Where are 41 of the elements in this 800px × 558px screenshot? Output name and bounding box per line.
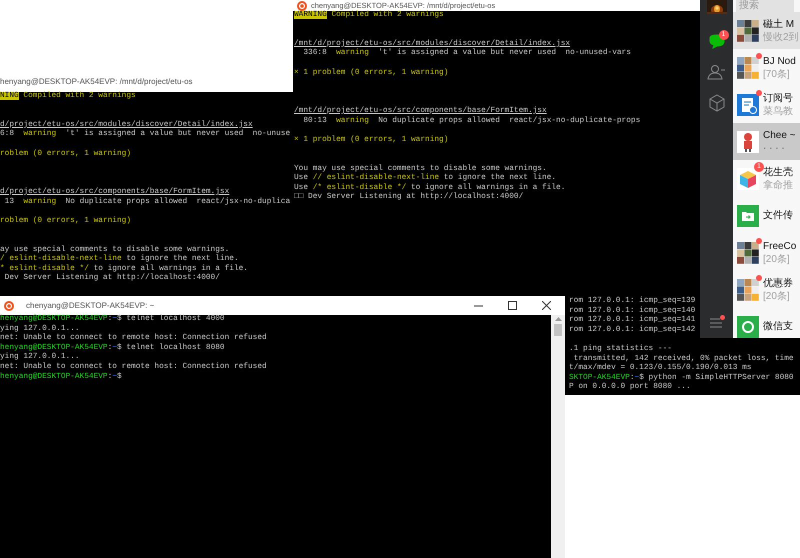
chat-list-item[interactable]: 微信支 — [733, 308, 800, 338]
document-icon — [737, 94, 759, 116]
chat-list-item[interactable]: 优惠券 [20条] — [733, 271, 800, 308]
chat-name: 微信支 — [763, 320, 793, 333]
cube-logo-icon — [737, 168, 759, 190]
chat-list-item[interactable]: 文件传 — [733, 197, 800, 234]
message-preview: · · · · — [763, 142, 786, 154]
message-preview: 菜鸟教 — [763, 104, 793, 118]
message-preview: 拿命推 — [763, 178, 793, 192]
scroll-thumb[interactable] — [554, 324, 562, 336]
scroll-up-icon — [554, 317, 562, 321]
notification-dot — [720, 315, 724, 320]
window-title: chenyang@DESKTOP-AK54EVP: ~ — [26, 300, 156, 312]
chat-name: FreeCo — [763, 240, 796, 252]
message-preview: [70条] — [763, 68, 791, 80]
chat-name: Chee ~ — [763, 128, 796, 142]
scrollbar[interactable] — [551, 315, 565, 558]
close-icon — [542, 301, 550, 310]
chat-name: 订阅号 — [763, 92, 793, 104]
chat-name: 文件传 — [763, 209, 793, 222]
chat-name: 优惠券 — [763, 276, 793, 290]
window-title: henyang@DESKTOP-AK54EVP: /mnt/d/project/etu-os — [0, 76, 194, 88]
cube-icon[interactable] — [706, 94, 726, 112]
chat-list-item[interactable]: Chee ~ · · · · — [733, 123, 800, 160]
chat-name: 磁土 M — [763, 18, 796, 30]
chat-list-item[interactable]: BJ Nod [70条] — [733, 49, 800, 86]
message-preview: 慢收2到 — [763, 30, 799, 44]
search-field[interactable]: 搜索 — [736, 0, 794, 12]
chat-name: 花生壳 — [763, 166, 793, 178]
chat-list-item[interactable]: FreeCo [20条] — [733, 234, 800, 271]
maximize-icon — [508, 301, 516, 310]
message-preview: [20条] — [763, 290, 791, 302]
message-preview: [20条] — [763, 252, 791, 266]
folder-icon — [737, 204, 759, 226]
chat-list-item[interactable]: 订阅号 菜鸟教 — [733, 86, 800, 123]
menu-icon[interactable] — [710, 318, 724, 328]
chat-name: BJ Nod — [763, 54, 796, 68]
person-icon[interactable] — [706, 64, 726, 82]
terminal-app-icon — [4, 300, 14, 310]
figure-avatar — [737, 130, 759, 152]
chat-list-item[interactable]: 磁土 M 慢收2到 — [733, 12, 800, 49]
